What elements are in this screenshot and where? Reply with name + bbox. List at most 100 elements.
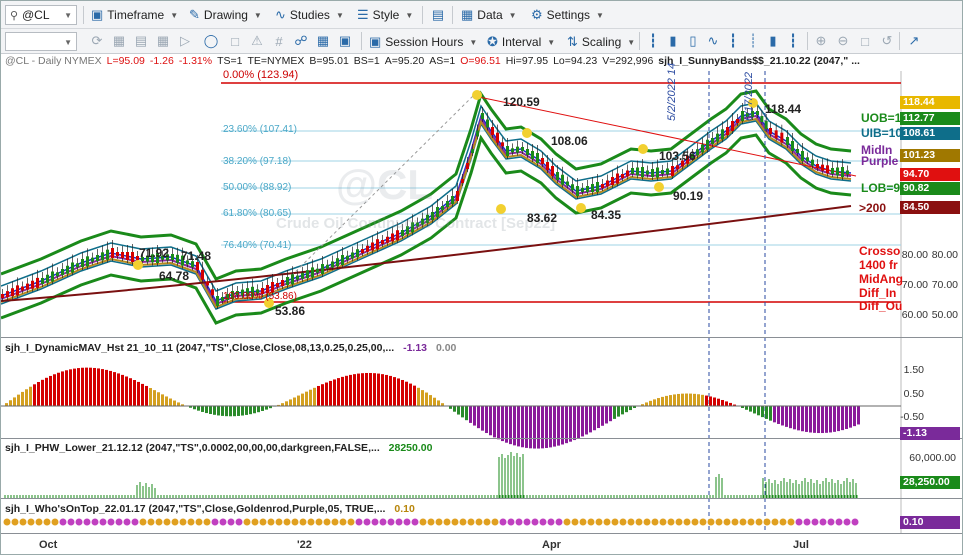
swing-dot (638, 144, 648, 154)
histogram-bar (241, 406, 244, 416)
x-axis-label: Jul (793, 539, 809, 551)
who-dot (67, 518, 75, 526)
who-dot (787, 518, 795, 526)
mid-ma-line (1, 114, 852, 306)
candle (769, 128, 772, 134)
who-dot (51, 518, 59, 526)
histogram-bar (421, 390, 424, 406)
candle (351, 252, 354, 259)
candle (801, 151, 804, 161)
histogram-bar (261, 406, 264, 411)
who-dot (371, 518, 379, 526)
who-dot (203, 518, 211, 526)
who-dot (603, 518, 611, 526)
histogram-bar (657, 398, 660, 406)
panel-divider[interactable] (1, 337, 962, 338)
histogram-bar (569, 406, 572, 442)
x-axis-label: '22 (297, 539, 312, 551)
candle (846, 170, 849, 175)
histogram-bar (429, 395, 432, 406)
candle (581, 188, 584, 192)
who-dot (147, 518, 155, 526)
who-dot (315, 518, 323, 526)
histogram-bar (465, 406, 468, 421)
histogram-bar (821, 406, 824, 434)
price-chart[interactable] (1, 1, 963, 555)
histogram-bar (237, 406, 240, 416)
candle (291, 274, 294, 285)
histogram-bar (93, 367, 96, 406)
dynamic-mav-label: sjh_I_DynamicMAV_Hst 21_10_11 (2047,"TS"… (5, 342, 456, 354)
candle (516, 146, 519, 153)
who-dot (523, 518, 531, 526)
price-axis-label: 70.00 (931, 279, 958, 291)
who-dot (195, 518, 203, 526)
histogram-bar (177, 402, 180, 406)
histogram-bar (621, 406, 624, 415)
candle (841, 167, 844, 177)
panel-divider[interactable] (1, 438, 962, 439)
who-dot (75, 518, 83, 526)
histogram-bar (317, 385, 320, 406)
histogram-bar (649, 400, 652, 406)
histogram-bar (853, 406, 856, 427)
price-axis-label: 60.00 (901, 309, 928, 321)
who-dot (715, 518, 723, 526)
histogram-bar (769, 406, 772, 421)
candle (131, 252, 134, 262)
who-dot (707, 518, 715, 526)
histogram-bar (545, 406, 548, 448)
candle (646, 170, 649, 175)
who-dot (267, 518, 275, 526)
candle (571, 184, 574, 191)
panel-divider[interactable] (1, 498, 962, 499)
candle (786, 137, 789, 145)
price-tag: 118.44 (900, 96, 960, 109)
fib-level-236: 23.60% (107.41) (223, 124, 297, 135)
candle (521, 147, 524, 151)
candle (301, 272, 304, 279)
histogram-bar (41, 379, 44, 406)
who-dot (3, 518, 11, 526)
fib-level-382: 38.20% (97.18) (223, 156, 292, 167)
histogram-bar (581, 406, 584, 437)
histogram-bar (693, 393, 696, 406)
who-dot (595, 518, 603, 526)
price-tag: 94.70 (900, 168, 960, 181)
histogram-bar (625, 406, 628, 413)
candle (716, 133, 719, 142)
swing-label: 84.35 (591, 208, 622, 222)
histogram-bar (53, 374, 56, 406)
histogram-bar (409, 383, 412, 406)
indicator-value: 0.10 (394, 503, 415, 515)
who-dot (379, 518, 387, 526)
histogram-bar (817, 406, 820, 434)
who-dot (259, 518, 267, 526)
histogram-bar (249, 406, 252, 415)
candle (501, 142, 504, 147)
who-dot (443, 518, 451, 526)
candle (281, 280, 284, 286)
histogram-bar (481, 406, 484, 431)
candle (286, 277, 289, 285)
who-dot (515, 518, 523, 526)
purple-label: Purple (861, 154, 899, 168)
histogram-bar (521, 406, 524, 448)
histogram-bar (773, 406, 776, 423)
who-dot (627, 518, 635, 526)
who-dot (91, 518, 99, 526)
histogram-bar (21, 391, 24, 406)
candle (506, 146, 509, 156)
candle (756, 111, 759, 115)
histogram-bar (541, 406, 544, 449)
candle (721, 129, 724, 140)
cross-label: 1400 fr (859, 258, 898, 272)
candle (701, 144, 704, 153)
histogram-bar (721, 399, 724, 406)
histogram-bar (401, 379, 404, 406)
histogram-bar (313, 387, 316, 406)
histogram-bar (765, 406, 768, 419)
who-dot (531, 518, 539, 526)
who-dot (59, 518, 67, 526)
ind1-axis-label: 1.50 (903, 364, 924, 376)
